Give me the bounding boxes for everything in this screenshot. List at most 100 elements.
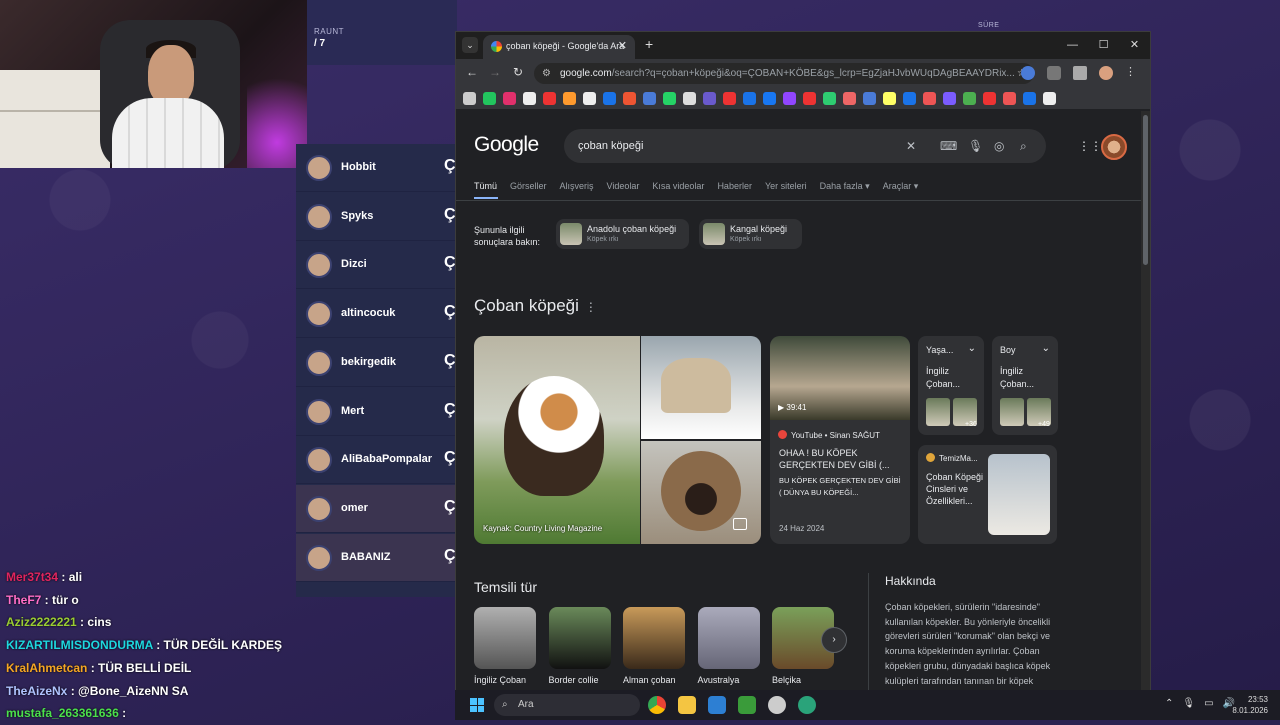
bookmark-icon[interactable] — [1043, 92, 1056, 105]
microphone-icon[interactable]: 🎙 — [1182, 698, 1195, 709]
chrome-app-icon[interactable] — [648, 696, 666, 714]
chat-username[interactable]: mustafa_263361636 — [6, 706, 119, 720]
network-icon[interactable]: ▭ — [1204, 698, 1213, 709]
bookmark-icon[interactable] — [523, 92, 536, 105]
close-window-button[interactable]: ✕ — [1119, 32, 1150, 59]
store-app-icon[interactable] — [708, 696, 726, 714]
maximize-button[interactable]: ☐ — [1088, 32, 1119, 59]
start-button[interactable] — [470, 698, 484, 712]
related-chip[interactable]: Anadolu çoban köpeği Köpek ırkı — [556, 219, 689, 249]
bookmark-icon[interactable] — [883, 92, 896, 105]
breed-item[interactable]: Border collie — [548, 607, 611, 685]
breed-item[interactable]: Alman çoban — [623, 607, 685, 685]
bookmark-icon[interactable] — [463, 92, 476, 105]
bookmark-icon[interactable] — [663, 92, 676, 105]
bookmark-icon[interactable] — [1003, 92, 1016, 105]
search-icon[interactable]: ⌕ — [1020, 129, 1027, 163]
profile-icon[interactable] — [1099, 66, 1113, 80]
image-search-icon[interactable] — [733, 518, 747, 530]
bookmark-icon[interactable] — [983, 92, 996, 105]
search-tab[interactable]: Yer siteleri — [765, 181, 807, 192]
search-tab[interactable]: Haberler — [717, 181, 752, 192]
taskbar-search[interactable]: ⌕ Ara — [494, 694, 640, 716]
chat-username[interactable]: TheAizeNx — [6, 684, 67, 698]
bookmark-icon[interactable] — [863, 92, 876, 105]
chat-username[interactable]: KIZARTILMISDONDURMA — [6, 638, 153, 652]
clear-icon[interactable]: ✕ — [906, 129, 916, 163]
back-button[interactable]: ← — [466, 65, 478, 79]
bookmark-icon[interactable] — [723, 92, 736, 105]
extensions-puzzle-icon[interactable] — [1047, 66, 1061, 80]
site-info-icon[interactable]: ⚙ — [542, 63, 551, 84]
article-card[interactable]: TemizMa... Çoban Köpeği Cinsleri ve Özel… — [918, 445, 1057, 544]
bookmark-icon[interactable] — [583, 92, 596, 105]
lens-icon[interactable]: ◎ — [994, 129, 1004, 163]
search-tab[interactable]: Araçlar ▾ — [883, 181, 919, 192]
more-options-icon[interactable]: ⋮ — [585, 300, 597, 314]
forward-button[interactable]: → — [489, 65, 501, 79]
active-tab[interactable]: çoban köpeği - Google'da Ara ✕ — [483, 35, 635, 59]
bookmark-icon[interactable] — [483, 92, 496, 105]
dog-image-face[interactable] — [641, 441, 761, 544]
bookmark-icon[interactable] — [763, 92, 776, 105]
bookmark-icon[interactable] — [643, 92, 656, 105]
bookmark-icon[interactable] — [1023, 92, 1036, 105]
account-avatar[interactable] — [1101, 134, 1127, 160]
bookmark-icon[interactable] — [703, 92, 716, 105]
breed-item[interactable]: İngiliz Çoban — [474, 607, 536, 685]
bookmark-icon[interactable] — [903, 92, 916, 105]
tab-list-icon[interactable] — [1073, 66, 1087, 80]
minimize-button[interactable]: — — [1057, 32, 1088, 59]
extension-icon[interactable] — [1021, 66, 1035, 80]
bookmark-icon[interactable] — [963, 92, 976, 105]
bookmark-icon[interactable] — [803, 92, 816, 105]
search-tab[interactable]: Kısa videolar — [652, 181, 704, 192]
dog-image-snow[interactable] — [641, 336, 761, 439]
bookmark-icon[interactable] — [623, 92, 636, 105]
search-tab[interactable]: Görseller — [510, 181, 547, 192]
app-icon[interactable] — [768, 696, 786, 714]
app-icon[interactable] — [738, 696, 756, 714]
menu-icon[interactable]: ⋮ — [1125, 66, 1139, 80]
chat-username[interactable]: Aziz2222221 — [6, 615, 77, 629]
bookmark-icon[interactable] — [683, 92, 696, 105]
clock[interactable]: 23:53 8.01.2026 — [1232, 694, 1268, 716]
bookmark-icon[interactable] — [743, 92, 756, 105]
close-tab-icon[interactable]: ✕ — [618, 39, 627, 52]
bookmark-icon[interactable] — [923, 92, 936, 105]
bookmark-icon[interactable] — [543, 92, 556, 105]
carousel-next-button[interactable]: › — [821, 627, 847, 653]
chat-username[interactable]: KralAhmetcan — [6, 661, 87, 675]
reload-button[interactable]: ↻ — [513, 65, 523, 79]
search-tab[interactable]: Alışveriş — [560, 181, 594, 192]
app-icon[interactable] — [798, 696, 816, 714]
bookmark-icon[interactable] — [783, 92, 796, 105]
breed-item[interactable]: Avustralya — [697, 607, 760, 685]
new-tab-button[interactable]: + — [645, 36, 653, 52]
related-chip[interactable]: Kangal köpeği Köpek ırkı — [699, 219, 802, 249]
search-input[interactable]: çoban köpeği ✕ ⌨ 🎙 ◎ ⌕ — [564, 129, 1046, 163]
bookmark-icon[interactable] — [603, 92, 616, 105]
google-logo[interactable]: Google — [474, 133, 539, 157]
search-tab[interactable]: Tümü — [474, 181, 497, 192]
keyboard-icon[interactable]: ⌨ — [940, 129, 957, 163]
attribute-card-age[interactable]: Yaşa... ⌄ İngiliz Çoban... +36 — [918, 336, 984, 435]
bookmark-icon[interactable] — [503, 92, 516, 105]
chat-username[interactable]: TheF7 — [6, 593, 41, 607]
bookmark-icon[interactable] — [563, 92, 576, 105]
microphone-icon[interactable]: 🎙 — [968, 129, 983, 163]
bookmark-icon[interactable] — [823, 92, 836, 105]
dog-image-main[interactable]: Kaynak: Country Living Magazine — [474, 336, 640, 544]
bookmark-icon[interactable] — [943, 92, 956, 105]
attribute-card-height[interactable]: Boy ⌄ İngiliz Çoban... +49 — [992, 336, 1058, 435]
search-tab[interactable]: Daha fazla ▾ — [820, 181, 870, 192]
address-bar[interactable]: ⚙ google.com/search?q=çoban+köpeği&oq=ÇO… — [534, 63, 1034, 84]
search-tab[interactable]: Videolar — [607, 181, 640, 192]
video-result-card[interactable]: ▶ 39:41 YouTube • Sinan SAĞUT OHAA ! BU … — [770, 336, 910, 544]
file-explorer-icon[interactable] — [678, 696, 696, 714]
tab-search-button[interactable]: ⌄ — [462, 37, 478, 53]
chat-username[interactable]: Mer37t34 — [6, 570, 58, 584]
tray-expand-icon[interactable]: ⌃ — [1165, 698, 1173, 709]
bookmark-icon[interactable] — [843, 92, 856, 105]
page-scrollbar[interactable] — [1141, 111, 1150, 691]
